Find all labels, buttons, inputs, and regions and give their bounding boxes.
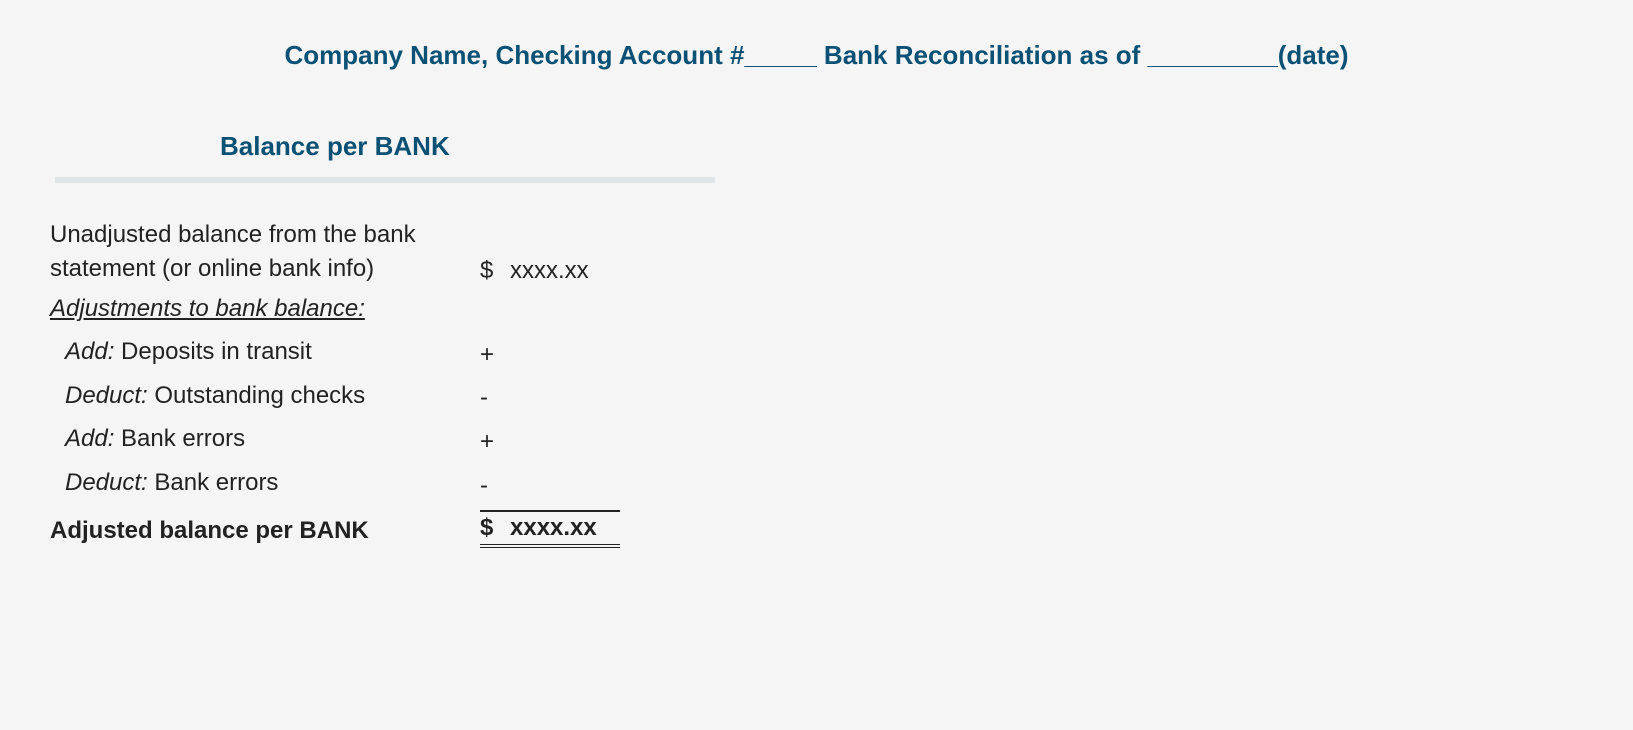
prefix-add-deposits: Add: <box>65 338 114 365</box>
label-unadjusted: Unadjusted balance from the bank stateme… <box>50 218 480 285</box>
reconciliation-table: Unadjusted balance from the bank stateme… <box>50 218 730 548</box>
text-deduct-bank-errors: Bank errors <box>148 469 279 496</box>
sign-add-bank-errors: + <box>480 428 510 456</box>
label-deduct-bank-errors: Deduct: Bank errors <box>50 466 480 500</box>
label-deduct-outstanding: Deduct: Outstanding checks <box>50 379 480 413</box>
row-add-deposits: Add: Deposits in transit + <box>50 335 730 369</box>
text-deduct-outstanding: Outstanding checks <box>148 382 365 409</box>
text-add-deposits: Deposits in transit <box>114 338 311 365</box>
section-subtitle: Balance per BANK <box>220 131 1583 162</box>
sign-unadjusted: $ <box>480 257 510 285</box>
sign-adjusted: $ <box>480 514 510 542</box>
sign-deduct-bank-errors: - <box>480 472 510 500</box>
label-add-bank-errors: Add: Bank errors <box>50 422 480 456</box>
row-deduct-outstanding: Deduct: Outstanding checks - <box>50 379 730 413</box>
sign-deduct-outstanding: - <box>480 384 510 412</box>
document-title: Company Name, Checking Account #_____ Ba… <box>50 40 1583 71</box>
prefix-deduct-bank-errors: Deduct: <box>65 469 148 496</box>
amount-adjusted: xxxx.xx <box>510 514 620 542</box>
row-adjusted: Adjusted balance per BANK $ xxxx.xx <box>50 510 730 548</box>
amount-unadjusted: xxxx.xx <box>510 257 620 285</box>
prefix-add-bank-errors: Add: <box>65 425 114 452</box>
sign-add-deposits: + <box>480 341 510 369</box>
label-adjusted: Adjusted balance per BANK <box>50 514 480 548</box>
row-add-bank-errors: Add: Bank errors + <box>50 422 730 456</box>
label-add-deposits: Add: Deposits in transit <box>50 335 480 369</box>
row-unadjusted: Unadjusted balance from the bank stateme… <box>50 218 730 285</box>
text-add-bank-errors: Bank errors <box>114 425 245 452</box>
prefix-deduct-outstanding: Deduct: <box>65 382 148 409</box>
adjustments-header: Adjustments to bank balance: <box>50 295 730 323</box>
section-divider <box>55 177 715 183</box>
row-deduct-bank-errors: Deduct: Bank errors - <box>50 466 730 500</box>
